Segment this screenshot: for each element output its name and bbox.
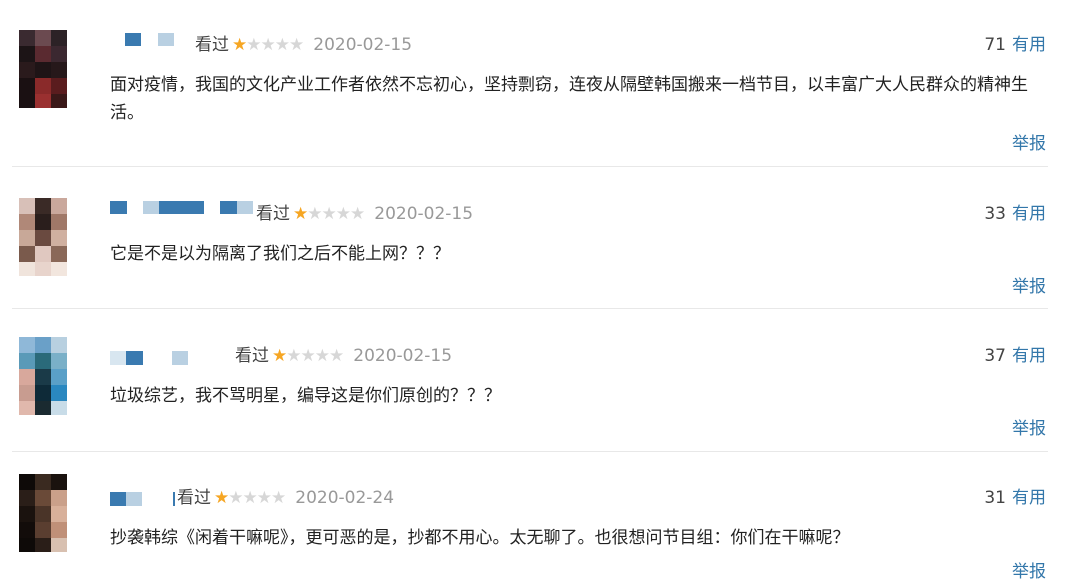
vote-count: 31	[984, 488, 1006, 508]
username-redacted[interactable]	[110, 201, 253, 215]
star-empty-icon: ★	[228, 488, 243, 508]
star-empty-icon: ★	[350, 204, 365, 224]
star-empty-icon: ★	[286, 346, 301, 366]
star-empty-icon: ★	[300, 346, 316, 366]
review-date: 2020-02-15	[374, 204, 474, 224]
star-empty-icon: ★	[307, 204, 322, 224]
review-content: 它是不是以为隔离了我们之后不能上网？？？	[110, 244, 450, 264]
watch-status: 看过	[195, 35, 229, 55]
report-link[interactable]: 举报	[1012, 562, 1046, 582]
star-filled-icon: ★	[232, 35, 247, 55]
rating-stars: ★ ★ ★ ★ ★	[293, 204, 365, 224]
review-date: 2020-02-15	[353, 346, 453, 366]
review-date: 2020-02-24	[295, 488, 395, 508]
report-link[interactable]: 举报	[1012, 277, 1046, 297]
star-empty-icon: ★	[274, 35, 290, 55]
review-content: 面对疫情，我国的文化产业工作者依然不忘初心，坚持剽窃，连夜从隔壁韩国搬来一档节目…	[110, 75, 1028, 123]
review-meta: 看过 ★ ★ ★ ★ ★ 2020-02-24	[177, 488, 394, 508]
star-filled-icon: ★	[272, 346, 287, 366]
avatar[interactable]	[19, 474, 67, 552]
vote-area: 33 有用	[984, 204, 1046, 224]
star-empty-icon: ★	[289, 35, 304, 55]
avatar[interactable]	[19, 337, 67, 415]
report-link[interactable]: 举报	[1012, 419, 1046, 439]
review-content: 抄袭韩综《闲着干嘛呢》，更可恶的是，抄都不用心。太无聊了。也很想问节目组：你们在…	[110, 528, 850, 548]
useful-button[interactable]: 有用	[1012, 35, 1046, 55]
avatar[interactable]	[19, 198, 67, 276]
avatar[interactable]	[19, 30, 67, 108]
divider	[12, 451, 1048, 452]
rating-stars: ★ ★ ★ ★ ★	[214, 488, 286, 508]
vote-area: 37 有用	[984, 346, 1046, 366]
star-empty-icon: ★	[314, 346, 330, 366]
report-link[interactable]: 举报	[1012, 134, 1046, 154]
useful-button[interactable]: 有用	[1012, 204, 1046, 224]
username-redacted[interactable]	[110, 492, 176, 506]
star-empty-icon: ★	[335, 204, 351, 224]
star-empty-icon: ★	[256, 488, 272, 508]
rating-stars: ★ ★ ★ ★ ★	[232, 35, 304, 55]
vote-count: 33	[984, 204, 1006, 224]
useful-button[interactable]: 有用	[1012, 488, 1046, 508]
divider	[12, 166, 1048, 167]
star-empty-icon: ★	[242, 488, 258, 508]
star-empty-icon: ★	[329, 346, 344, 366]
rating-stars: ★ ★ ★ ★ ★	[272, 346, 344, 366]
vote-count: 71	[984, 35, 1006, 55]
vote-area: 71 有用	[984, 35, 1046, 55]
username-redacted[interactable]	[110, 351, 190, 365]
watch-status: 看过	[235, 346, 269, 366]
vote-area: 31 有用	[984, 488, 1046, 508]
star-empty-icon: ★	[271, 488, 286, 508]
username-redacted[interactable]	[125, 33, 177, 47]
star-empty-icon: ★	[260, 35, 276, 55]
star-filled-icon: ★	[293, 204, 308, 224]
review-meta: 看过 ★ ★ ★ ★ ★ 2020-02-15	[195, 35, 412, 55]
useful-button[interactable]: 有用	[1012, 346, 1046, 366]
star-empty-icon: ★	[321, 204, 337, 224]
vote-count: 37	[984, 346, 1006, 366]
review-date: 2020-02-15	[313, 35, 413, 55]
review-meta: 看过 ★ ★ ★ ★ ★ 2020-02-15	[256, 204, 473, 224]
review-meta: 看过 ★ ★ ★ ★ ★ 2020-02-15	[235, 346, 452, 366]
divider	[12, 308, 1048, 309]
star-empty-icon: ★	[246, 35, 261, 55]
star-filled-icon: ★	[214, 488, 229, 508]
watch-status: 看过	[256, 204, 290, 224]
review-content: 垃圾综艺，我不骂明星，编导这是你们原创的？？？	[110, 386, 501, 406]
watch-status: 看过	[177, 488, 211, 508]
